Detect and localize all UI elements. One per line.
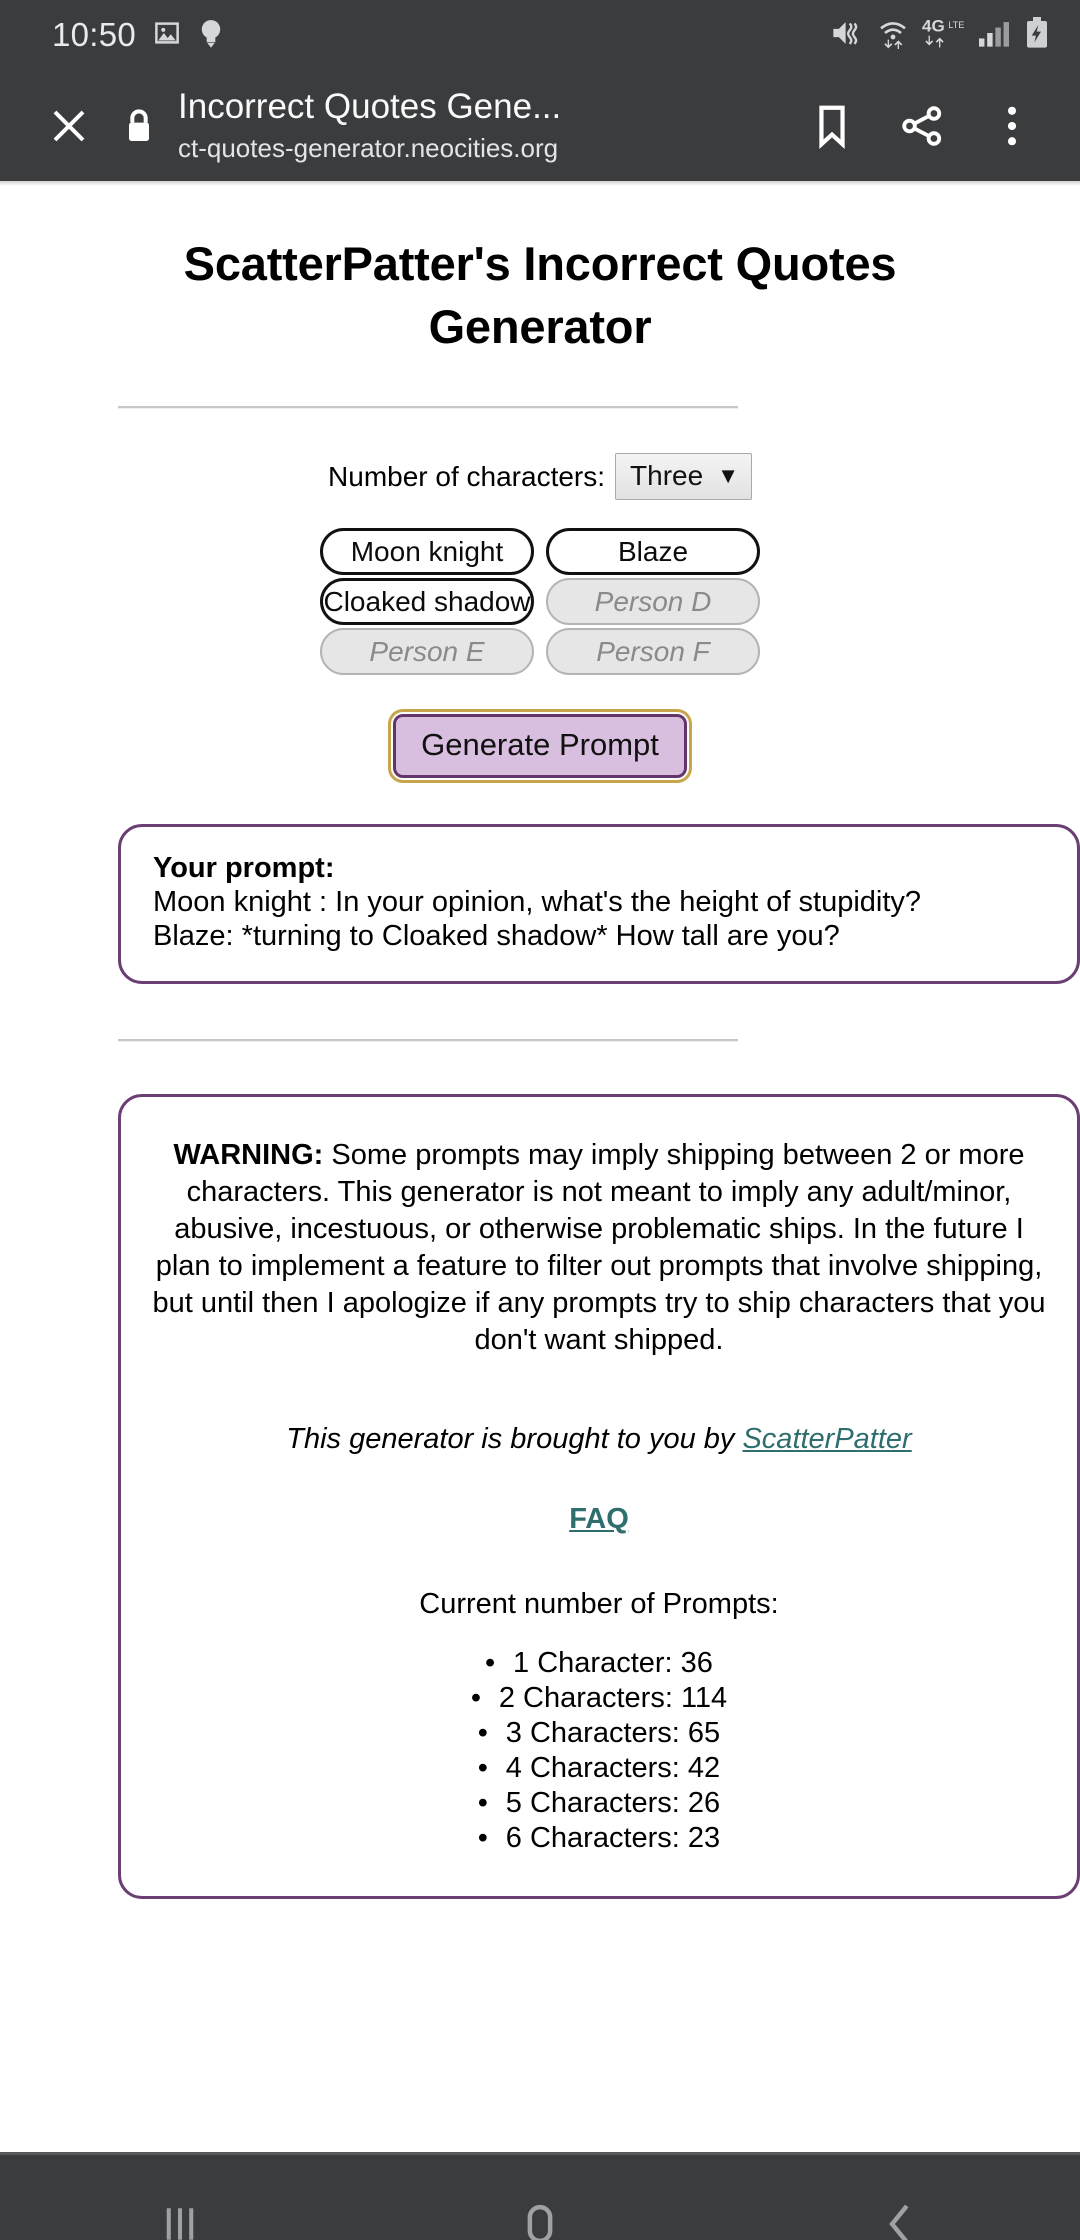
bullet-glyph: • <box>477 1787 488 1819</box>
list-item: • 3 Characters: 65 <box>147 1716 1051 1751</box>
close-icon <box>53 110 85 141</box>
prompt-line-1: Moon knight : In your opinion, what's th… <box>153 886 922 918</box>
character-count-row: Number of characters: Three ▼ <box>0 453 1080 500</box>
divider-middle <box>118 1039 738 1042</box>
divider-middle-wrap <box>0 1039 1080 1042</box>
image-icon <box>152 18 182 53</box>
count-2-characters: 2 Characters: 114 <box>498 1682 728 1714</box>
list-item: • 2 Characters: 114 <box>147 1681 1051 1716</box>
page-url: ct-quotes-generator.neocities.org <box>178 133 559 163</box>
character-input-c[interactable]: Cloaked shadow <box>320 578 534 625</box>
recents-icon <box>166 2207 194 2240</box>
counts-title: Current number of Prompts: <box>419 1588 779 1620</box>
svg-text:LTE: LTE <box>948 19 964 29</box>
generate-prompt-button[interactable]: Generate Prompt <box>388 709 692 783</box>
status-time: 10:50 <box>52 16 137 53</box>
home-button[interactable] <box>465 2154 615 2240</box>
warning-prefix: WARNING: <box>173 1139 324 1171</box>
character-input-f[interactable]: Person F <box>546 628 760 675</box>
prompt-label: Your prompt: <box>153 852 335 884</box>
battery-charging-icon <box>1024 16 1050 54</box>
count-5-characters: 5 Characters: 26 <box>505 1787 721 1819</box>
warning-box: WARNING: Some prompts may imply shipping… <box>118 1094 1080 1899</box>
back-button[interactable] <box>825 2154 975 2240</box>
chevron-down-icon: ▼ <box>717 463 739 488</box>
close-button[interactable] <box>30 87 108 165</box>
page-title: Incorrect Quotes Gene... <box>178 87 562 126</box>
bullet-glyph: • <box>477 1717 488 1749</box>
share-button[interactable] <box>880 84 964 168</box>
bullet-glyph: • <box>485 1647 496 1679</box>
character-input-d[interactable]: Person D <box>546 578 760 625</box>
toolbar-actions <box>790 84 1054 168</box>
bullet-glyph: • <box>470 1682 481 1714</box>
character-input-e[interactable]: Person E <box>320 628 534 675</box>
count-1-characters: 1 Character: 36 <box>513 1647 713 1679</box>
bookmark-button[interactable] <box>790 84 874 168</box>
list-item: • 4 Characters: 42 <box>147 1751 1051 1786</box>
list-item: • 6 Characters: 23 <box>147 1821 1051 1856</box>
attribution-prefix: This generator is brought to you by <box>286 1423 743 1455</box>
divider-top <box>118 406 738 409</box>
count-4-characters: 4 Characters: 42 <box>505 1752 721 1784</box>
home-icon <box>527 2204 553 2240</box>
mute-vibrate-icon <box>830 18 864 53</box>
faq-link[interactable]: FAQ <box>569 1503 629 1535</box>
status-bar-left: 10:50 <box>52 16 224 54</box>
count-6-characters: 6 Characters: 23 <box>505 1822 721 1854</box>
bookmark-icon <box>819 105 845 149</box>
prompt-counts-list: • 1 Character: 36 • 2 Characters: 114 • 3 C… <box>147 1646 1051 1856</box>
share-icon <box>902 105 942 146</box>
status-bar: 10:50 4G LTE <box>0 0 1080 70</box>
character-fields-grid: Moon knight Blaze Cloaked shadow Person … <box>320 528 760 678</box>
web-page-content: ScatterPatter's Incorrect Quotes Generat… <box>0 186 1080 2152</box>
wifi-icon <box>877 17 909 54</box>
site-heading: ScatterPatter's Incorrect Quotes Generat… <box>183 237 897 353</box>
recents-button[interactable] <box>105 2154 255 2240</box>
character-count-value: Three <box>630 460 704 491</box>
android-navigation-bar <box>0 2152 1080 2240</box>
character-input-a[interactable]: Moon knight <box>320 528 534 575</box>
overflow-menu-button[interactable] <box>970 84 1054 168</box>
list-item: • 5 Characters: 26 <box>147 1786 1051 1821</box>
lightbulb-icon <box>198 17 224 54</box>
scatterpatter-link[interactable]: ScatterPatter <box>742 1423 911 1455</box>
character-input-b[interactable]: Blaze <box>546 528 760 575</box>
prompt-output-box: Your prompt: Moon knight : In your opini… <box>118 824 1080 984</box>
warning-text: WARNING: Some prompts may imply shipping… <box>147 1137 1051 1359</box>
attribution-line: This generator is brought to you by Scat… <box>147 1421 1051 1457</box>
generate-button-row: Generate Prompt <box>0 709 1080 783</box>
count-3-characters: 3 Characters: 65 <box>505 1717 721 1749</box>
address-area[interactable]: Incorrect Quotes Gene... ct-quotes-gener… <box>170 86 790 165</box>
browser-toolbar: Incorrect Quotes Gene... ct-quotes-gener… <box>0 70 1080 181</box>
lock-icon <box>129 108 149 141</box>
warning-body: Some prompts may imply shipping between … <box>152 1139 1046 1356</box>
back-icon <box>889 2204 909 2240</box>
list-item: • 1 Character: 36 <box>147 1646 1051 1681</box>
prompt-line-2: Blaze: *turning to Cloaked shadow* How t… <box>153 920 840 952</box>
svg-text:4G: 4G <box>922 17 945 36</box>
status-bar-right: 4G LTE <box>830 16 1050 54</box>
character-count-select[interactable]: Three ▼ <box>615 453 752 500</box>
overflow-menu-icon <box>1007 106 1017 145</box>
signal-bars-icon <box>977 18 1011 53</box>
4g-lte-icon: 4G LTE <box>922 16 964 54</box>
faq-row: FAQ <box>147 1503 1051 1536</box>
character-count-label: Number of characters: <box>328 460 606 492</box>
bullet-glyph: • <box>477 1822 488 1854</box>
bullet-glyph: • <box>477 1752 488 1784</box>
security-lock[interactable] <box>108 87 170 165</box>
